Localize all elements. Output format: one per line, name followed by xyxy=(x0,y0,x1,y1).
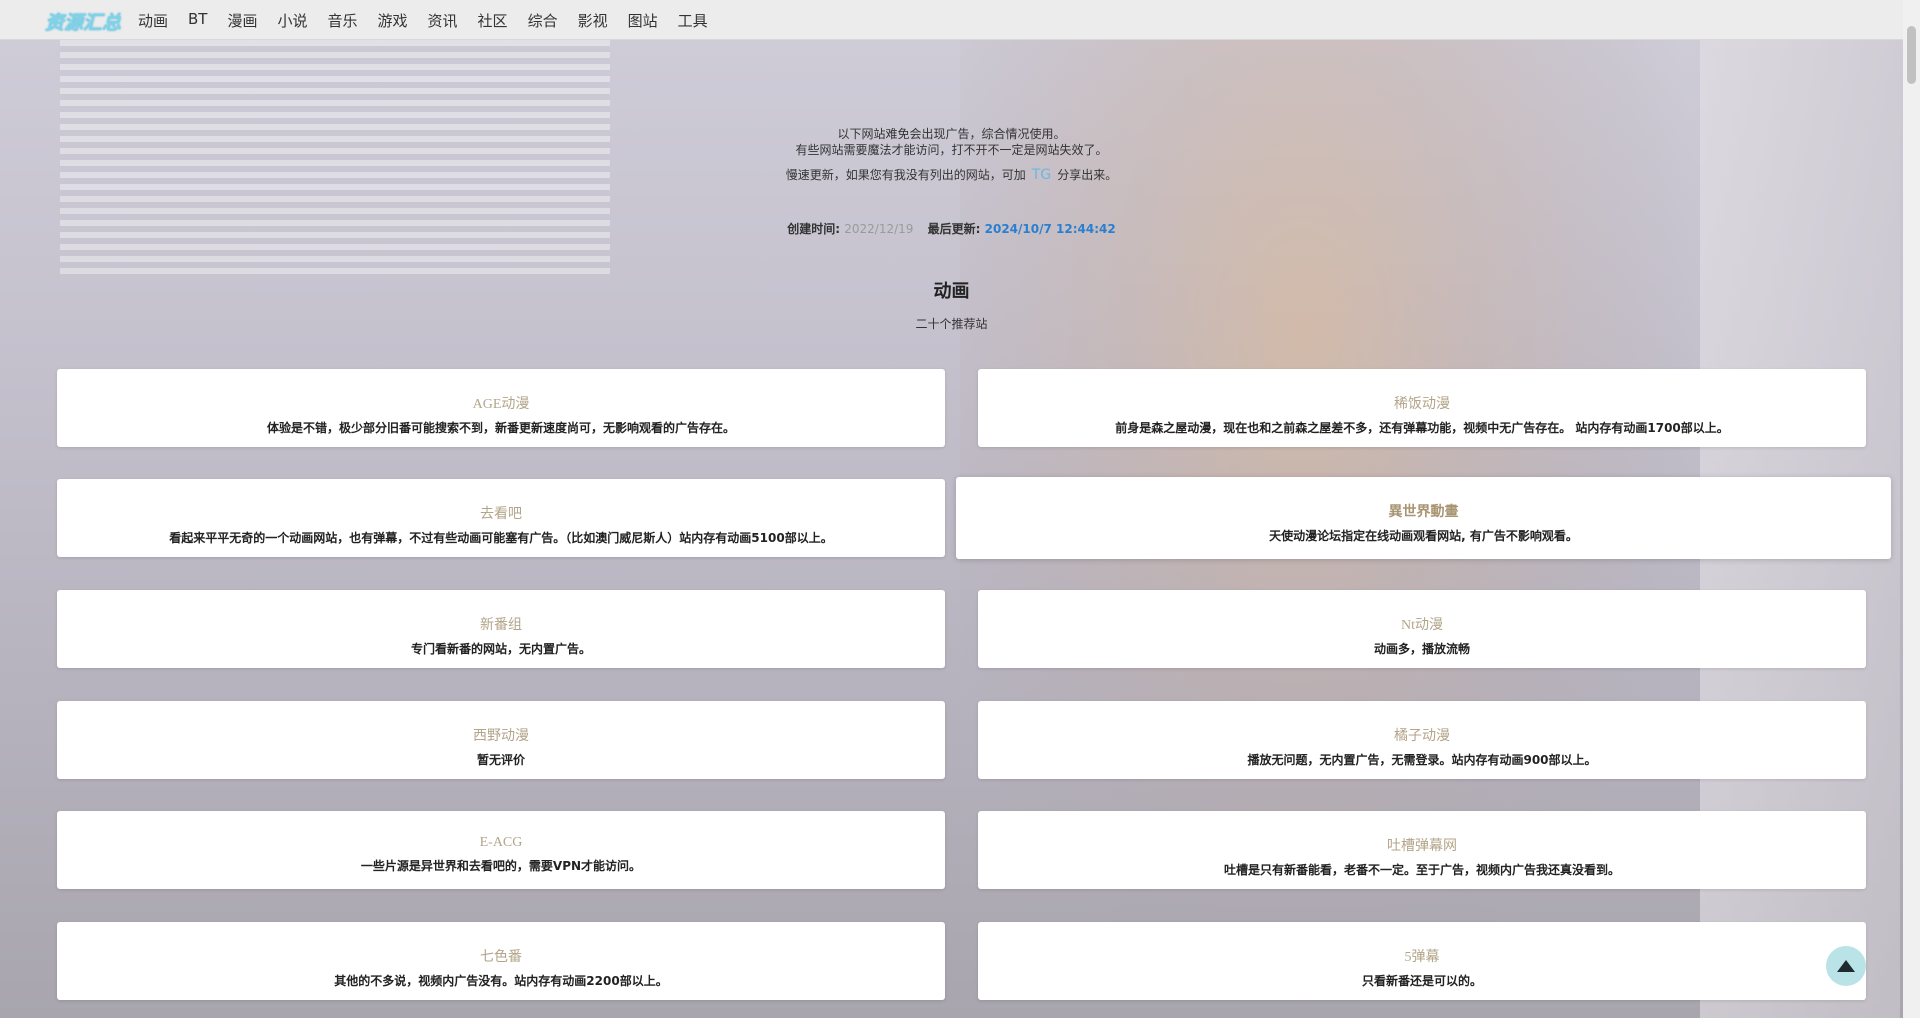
nav-item-anime[interactable]: 动画 xyxy=(138,10,168,31)
site-card-xiye[interactable]: 西野动漫 暂无评价 xyxy=(57,701,945,779)
site-card-desc: 体验是不错，极少部分旧番可能搜索不到，新番更新速度尚可，无影响观看的广告存在。 xyxy=(266,421,735,435)
site-card-desc: 前身是森之屋动漫，现在也和之前森之屋差不多，还有弹幕功能，视频中无广告存在。 站… xyxy=(1115,421,1729,435)
site-card-desc: 播放无问题，无内置广告，无需登录。站内存有动画900部以上。 xyxy=(1247,753,1597,767)
site-card-desc: 天使动漫论坛指定在线动画观看网站, 有广告不影响观看。 xyxy=(1269,529,1578,543)
site-card-title[interactable]: 去看吧 xyxy=(57,503,945,523)
site-card-desc: 一些片源是异世界和去看吧的，需要VPN才能访问。 xyxy=(360,859,642,873)
site-card-desc: 动画多，播放流畅 xyxy=(1373,642,1470,656)
site-card-desc: 其他的不多说，视频内广告没有。站内存有动画2200部以上。 xyxy=(334,974,668,988)
updated-label: 最后更新: xyxy=(927,222,981,236)
section-subtitle: 二十个推荐站 xyxy=(915,317,988,331)
site-card-title[interactable]: 新番组 xyxy=(57,614,945,634)
section-title: 动画 xyxy=(933,281,970,302)
site-card-desc: 暂无评价 xyxy=(476,753,525,767)
nav-item-music[interactable]: 音乐 xyxy=(328,10,358,31)
site-card-title[interactable]: 橘子动漫 xyxy=(978,725,1866,745)
nav-item-bt[interactable]: BT xyxy=(188,10,207,31)
site-card-qisefan[interactable]: 七色番 其他的不多说，视频内广告没有。站内存有动画2200部以上。 xyxy=(57,922,945,1000)
site-card-isekai[interactable]: 異世界動畫 天使动漫论坛指定在线动画观看网站, 有广告不影响观看。 xyxy=(956,477,1891,559)
site-card-5danmu[interactable]: 5弹幕 只看新番还是可以的。 xyxy=(978,922,1866,1000)
site-card-juzi[interactable]: 橘子动漫 播放无问题，无内置广告，无需登录。站内存有动画900部以上。 xyxy=(978,701,1866,779)
nav-menu: 动画 BT 漫画 小说 音乐 游戏 资讯 社区 综合 影视 图站 工具 xyxy=(138,10,728,31)
site-card-desc: 专门看新番的网站，无内置广告。 xyxy=(410,642,591,656)
arrow-up-icon xyxy=(1837,960,1855,972)
site-card-title[interactable]: E-ACG xyxy=(57,835,945,851)
nav-item-manga[interactable]: 漫画 xyxy=(227,10,257,31)
site-card-title[interactable]: 西野动漫 xyxy=(57,725,945,745)
nav-item-general[interactable]: 综合 xyxy=(528,10,558,31)
nav-item-news[interactable]: 资讯 xyxy=(428,10,458,31)
created-date: 2022/12/19 xyxy=(844,222,914,236)
site-card-nt[interactable]: Nt动漫 动画多，播放流畅 xyxy=(978,590,1866,668)
nav-item-community[interactable]: 社区 xyxy=(478,10,508,31)
tg-link[interactable]: TG xyxy=(1032,167,1051,183)
nav-item-games[interactable]: 游戏 xyxy=(378,10,408,31)
site-card-title[interactable]: 七色番 xyxy=(57,946,945,966)
nav-item-video[interactable]: 影视 xyxy=(578,10,608,31)
update-suffix: 分享出来。 xyxy=(1057,168,1118,182)
site-card-xinfanzu[interactable]: 新番组 专门看新番的网站，无内置广告。 xyxy=(57,590,945,668)
site-card-desc: 只看新番还是可以的。 xyxy=(1361,974,1482,988)
updated-date: 2024/10/7 12:44:42 xyxy=(984,222,1116,236)
site-card-eacg[interactable]: E-ACG 一些片源是异世界和去看吧的，需要VPN才能访问。 xyxy=(57,811,945,889)
site-card-qukanba[interactable]: 去看吧 看起来平平无奇的一个动画网站，也有弹幕，不过有些动画可能塞有广告。（比如… xyxy=(57,479,945,557)
site-card-title[interactable]: AGE动漫 xyxy=(57,393,945,413)
back-to-top-button[interactable] xyxy=(1826,946,1866,986)
update-prefix: 慢速更新，如果您有我没有列出的网站，可加 xyxy=(785,168,1026,182)
nav-item-novel[interactable]: 小说 xyxy=(277,10,307,31)
scrollbar-thumb[interactable] xyxy=(1907,26,1916,84)
site-card-age[interactable]: AGE动漫 体验是不错，极少部分旧番可能搜索不到，新番更新速度尚可，无影响观看的… xyxy=(57,369,945,447)
update-note: 慢速更新，如果您有我没有列出的网站，可加 TG 分享出来。 xyxy=(0,166,1903,183)
nav-item-tools[interactable]: 工具 xyxy=(678,10,708,31)
site-card-title[interactable]: 5弹幕 xyxy=(978,946,1866,966)
site-card-xifan[interactable]: 稀饭动漫 前身是森之屋动漫，现在也和之前森之屋差不多，还有弹幕功能，视频中无广告… xyxy=(978,369,1866,447)
site-card-tucao[interactable]: 吐槽弹幕网 吐槽是只有新番能看，老番不一定。至于广告，视频内广告我还真没看到。 xyxy=(978,811,1866,889)
site-card-title[interactable]: 稀饭动漫 xyxy=(978,393,1866,413)
background-window-blinds xyxy=(60,40,610,280)
site-card-title[interactable]: Nt动漫 xyxy=(978,614,1866,634)
top-navbar: 资源汇总 动画 BT 漫画 小说 音乐 游戏 资讯 社区 综合 影视 图站 工具 xyxy=(0,0,1903,40)
notice-line-2: 有些网站需要魔法才能访问，打不开不一定是网站失效了。 xyxy=(795,143,1108,157)
site-card-title[interactable]: 異世界動畫 xyxy=(956,501,1891,521)
site-logo[interactable]: 资源汇总 xyxy=(45,8,121,35)
nav-item-image-sites[interactable]: 图站 xyxy=(628,10,658,31)
notice-line-1: 以下网站难免会出现广告，综合情况使用。 xyxy=(837,127,1066,141)
meta-info: 创建时间: 2022/12/19 最后更新: 2024/10/7 12:44:4… xyxy=(0,220,1903,237)
site-card-desc: 吐槽是只有新番能看，老番不一定。至于广告，视频内广告我还真没看到。 xyxy=(1223,863,1620,877)
site-card-desc: 看起来平平无奇的一个动画网站，也有弹幕，不过有些动画可能塞有广告。（比如澳门威尼… xyxy=(169,531,833,545)
site-card-title[interactable]: 吐槽弹幕网 xyxy=(978,835,1866,855)
created-label: 创建时间: xyxy=(787,222,841,236)
notice-block: 以下网站难免会出现广告，综合情况使用。 有些网站需要魔法才能访问，打不开不一定是… xyxy=(0,126,1903,158)
page-scrollbar[interactable] xyxy=(1903,0,1920,1018)
